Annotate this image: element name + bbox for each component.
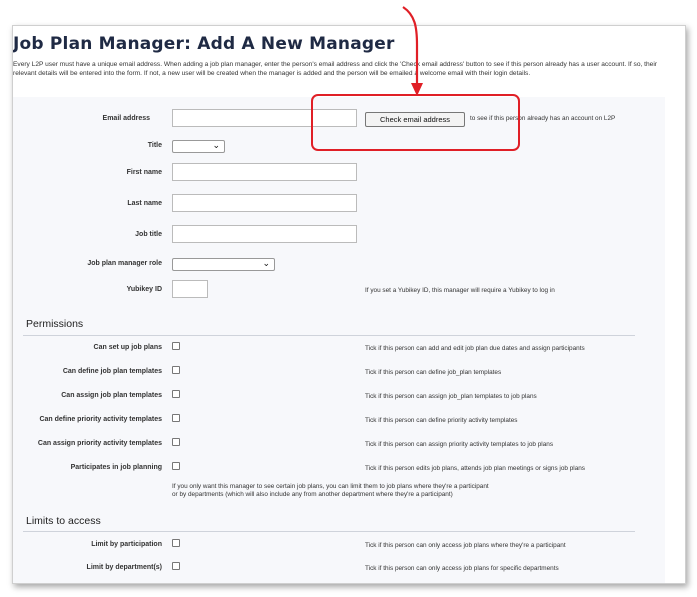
limit-checkbox[interactable] bbox=[172, 562, 180, 570]
title-label: Title bbox=[147, 142, 162, 149]
last-name-label: Last name bbox=[127, 200, 162, 207]
first-name-field[interactable] bbox=[172, 163, 357, 181]
permission-label: Can define priority activity templates bbox=[39, 416, 162, 423]
permission-label: Can assign priority activity templates bbox=[37, 440, 162, 447]
yubikey-hint: If you set a Yubikey ID, this manager wi… bbox=[365, 287, 555, 294]
permission-checkbox[interactable] bbox=[172, 414, 180, 422]
permission-checkbox[interactable] bbox=[172, 342, 180, 350]
limit-checkbox[interactable] bbox=[172, 539, 180, 547]
permission-hint: Tick if this person edits job plans, att… bbox=[365, 465, 586, 472]
limits-divider bbox=[23, 531, 635, 532]
permission-label: Can set up job plans bbox=[93, 344, 162, 351]
chevron-down-icon: ⌄ bbox=[212, 140, 220, 150]
job-title-field[interactable] bbox=[172, 225, 357, 243]
permission-checkbox[interactable] bbox=[172, 390, 180, 398]
limit-note-line1: If you only want this manager to see cer… bbox=[172, 483, 489, 490]
permissions-divider bbox=[23, 335, 635, 336]
intro-text: Every L2P user must have a unique email … bbox=[13, 61, 657, 77]
limit-hint: Tick if this person can only access job … bbox=[365, 542, 566, 549]
permission-checkbox[interactable] bbox=[172, 462, 180, 470]
last-name-field[interactable] bbox=[172, 194, 357, 212]
yubikey-field[interactable] bbox=[172, 280, 208, 298]
limit-hint: Tick if this person can only access job … bbox=[365, 565, 559, 572]
email-label: Email address bbox=[102, 115, 150, 122]
limit-note-line2: or by departments (which will also inclu… bbox=[172, 491, 453, 498]
permission-hint: Tick if this person can assign job_plan … bbox=[365, 393, 537, 400]
first-name-label: First name bbox=[126, 169, 162, 176]
permission-label: Can assign job plan templates bbox=[61, 392, 162, 399]
permission-hint: Tick if this person can add and edit job… bbox=[365, 345, 585, 352]
permission-label: Can define job plan templates bbox=[62, 368, 162, 375]
permission-checkbox[interactable] bbox=[172, 366, 180, 374]
limit-label: Limit by department(s) bbox=[86, 564, 162, 571]
role-select[interactable]: ⌄ bbox=[172, 258, 275, 271]
permission-hint: Tick if this person can assign priority … bbox=[365, 441, 554, 448]
job-title-label: Job title bbox=[135, 231, 162, 238]
yubikey-label: Yubikey ID bbox=[126, 286, 162, 293]
permission-label: Participates in job planning bbox=[70, 464, 162, 471]
page-title: Job Plan Manager: Add A New Manager bbox=[13, 34, 395, 54]
permission-hint: Tick if this person can define priority … bbox=[365, 417, 518, 424]
form-panel: Email address Check email address to see… bbox=[13, 97, 665, 583]
permission-checkbox[interactable] bbox=[172, 438, 180, 446]
permission-hint: Tick if this person can define job_plan … bbox=[365, 369, 502, 376]
title-select[interactable]: ⌄ bbox=[172, 140, 225, 153]
arrow-down-icon bbox=[402, 6, 423, 96]
role-label: Job plan manager role bbox=[87, 260, 162, 267]
chevron-down-icon: ⌄ bbox=[262, 258, 270, 268]
limit-label: Limit by participation bbox=[91, 541, 162, 548]
permissions-heading: Permissions bbox=[26, 318, 84, 330]
limits-heading: Limits to access bbox=[26, 515, 101, 527]
callout-box bbox=[311, 94, 520, 151]
